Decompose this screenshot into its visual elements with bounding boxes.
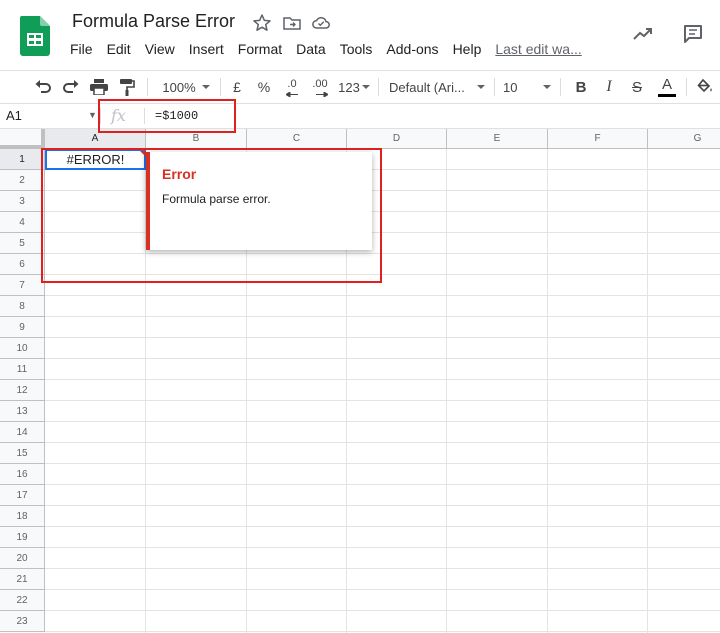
arrow-right-icon [316, 92, 328, 97]
chevron-down-icon [201, 85, 210, 89]
row-header-1[interactable]: 1 [0, 149, 45, 170]
row-header-9[interactable]: 9 [0, 317, 45, 338]
row-header-17[interactable]: 17 [0, 485, 45, 506]
row-header-5[interactable]: 5 [0, 233, 45, 254]
row-header-21[interactable]: 21 [0, 569, 45, 590]
row-header-20[interactable]: 20 [0, 548, 45, 569]
number-format-select[interactable]: 123 [337, 71, 371, 103]
decrease-decimal-button[interactable]: .0 [281, 71, 303, 103]
row-header-13[interactable]: 13 [0, 401, 45, 422]
paint-format-icon [120, 79, 135, 96]
menu-tools[interactable]: Tools [340, 41, 373, 59]
row-header-7[interactable]: 7 [0, 275, 45, 296]
toolbar: 100% £ % .0 .00 123 Default (Ari... 10 B… [0, 70, 720, 104]
row-header-2[interactable]: 2 [0, 170, 45, 191]
comments-icon[interactable] [682, 23, 704, 45]
last-edit-link[interactable]: Last edit wa... [495, 41, 581, 59]
undo-button[interactable] [32, 71, 54, 103]
increase-decimal-button[interactable]: .00 [308, 71, 332, 103]
row-header-3[interactable]: 3 [0, 191, 45, 212]
column-header-c[interactable]: C [247, 129, 347, 149]
italic-button[interactable]: I [600, 71, 618, 103]
row-header-12[interactable]: 12 [0, 380, 45, 401]
format-percent-button[interactable]: % [255, 71, 273, 103]
row-header-8[interactable]: 8 [0, 296, 45, 317]
row-header-23[interactable]: 23 [0, 611, 45, 632]
row-header-19[interactable]: 19 [0, 527, 45, 548]
fill-color-button[interactable] [694, 71, 716, 103]
row-header-4[interactable]: 4 [0, 212, 45, 233]
menu-data[interactable]: Data [296, 41, 326, 59]
font-family-select[interactable]: Default (Ari... [389, 71, 485, 103]
number-format-label: 123 [338, 79, 360, 95]
row-header-10[interactable]: 10 [0, 338, 45, 359]
formula-input[interactable]: =$1000 [155, 109, 198, 123]
font-size-value: 10 [503, 79, 518, 95]
column-header-b[interactable]: B [146, 129, 247, 149]
row-header-11[interactable]: 11 [0, 359, 45, 380]
row-header-14[interactable]: 14 [0, 422, 45, 443]
arrow-left-icon [286, 92, 298, 97]
paint-bucket-icon [697, 79, 712, 93]
formula-bar: A1 ▼ fx =$1000 [0, 104, 720, 129]
error-message: Formula parse error. [162, 192, 271, 206]
row-header-15[interactable]: 15 [0, 443, 45, 464]
column-header-f[interactable]: F [548, 129, 648, 149]
activity-trend-icon[interactable] [632, 24, 654, 44]
column-header-e[interactable]: E [447, 129, 548, 149]
row-header-22[interactable]: 22 [0, 590, 45, 611]
menu-view[interactable]: View [145, 41, 175, 59]
name-box[interactable]: A1 [6, 108, 22, 123]
strikethrough-button[interactable]: S [628, 71, 646, 103]
column-header-d[interactable]: D [347, 129, 447, 149]
sheets-logo-icon[interactable] [20, 16, 50, 56]
undo-icon [35, 80, 51, 93]
cloud-saved-icon[interactable] [311, 13, 331, 33]
menu-insert[interactable]: Insert [189, 41, 224, 59]
bold-button[interactable]: B [572, 71, 590, 103]
row-header-6[interactable]: 6 [0, 254, 45, 275]
chevron-down-icon [361, 85, 370, 89]
menu-edit[interactable]: Edit [107, 41, 131, 59]
move-to-folder-icon[interactable] [282, 13, 302, 33]
font-family-value: Default (Ari... [389, 79, 465, 95]
redo-button[interactable] [60, 71, 82, 103]
redo-icon [63, 80, 79, 93]
fx-icon: fx [111, 106, 126, 125]
row-header-16[interactable]: 16 [0, 464, 45, 485]
chevron-down-icon[interactable]: ▼ [88, 110, 97, 120]
zoom-value: 100% [162, 79, 196, 95]
font-size-select[interactable]: 10 [503, 71, 551, 103]
cell-a1[interactable]: #ERROR! [45, 149, 146, 170]
row-header-18[interactable]: 18 [0, 506, 45, 527]
print-button[interactable] [88, 71, 110, 103]
menu-file[interactable]: File [70, 41, 93, 59]
format-currency-button[interactable]: £ [228, 71, 246, 103]
menu-add-ons[interactable]: Add-ons [386, 41, 438, 59]
text-color-button[interactable]: A [656, 71, 678, 103]
document-title[interactable]: Formula Parse Error [72, 11, 235, 32]
zoom-select[interactable]: 100% [158, 71, 214, 103]
decrease-decimal-label: .0 [287, 78, 297, 90]
star-icon[interactable] [252, 13, 272, 33]
print-icon [90, 79, 108, 95]
column-header-g[interactable]: G [648, 129, 720, 149]
increase-decimal-label: .00 [312, 78, 328, 90]
error-tooltip: Error Formula parse error. [146, 152, 372, 250]
column-header-a[interactable]: A [45, 129, 146, 149]
text-color-label: A [661, 76, 672, 93]
chevron-down-icon [543, 85, 551, 89]
menu-help[interactable]: Help [453, 41, 482, 59]
menu-format[interactable]: Format [238, 41, 282, 59]
menu-bar: File Edit View Insert Format Data Tools … [70, 41, 582, 59]
paint-format-button[interactable] [116, 71, 138, 103]
text-color-swatch [658, 94, 676, 97]
chevron-down-icon [477, 85, 485, 89]
select-all-corner[interactable] [0, 129, 45, 149]
error-title: Error [162, 166, 197, 182]
